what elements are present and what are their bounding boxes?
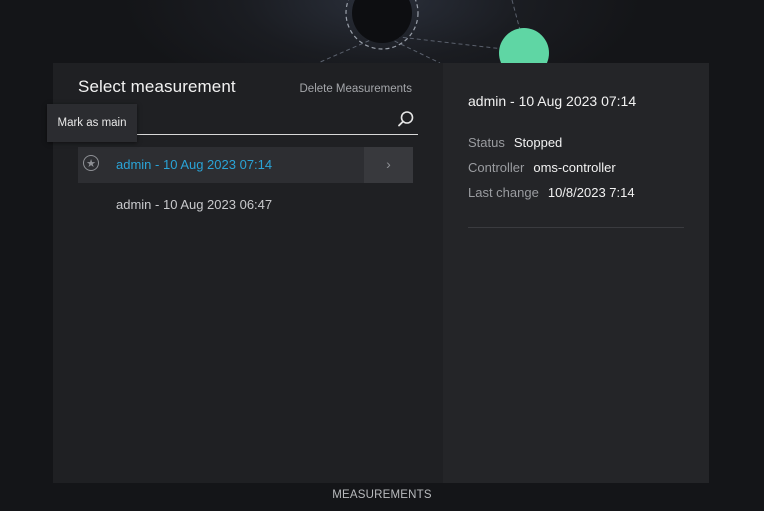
measurement-details-panel: admin - 10 Aug 2023 07:14 Status Stopped … <box>443 63 709 483</box>
star-icon[interactable]: ★ <box>83 155 99 171</box>
last-change-label: Last change <box>468 185 539 200</box>
details-title: admin - 10 Aug 2023 07:14 <box>468 93 637 109</box>
last-change-line: Last change 10/8/2023 7:14 <box>468 185 635 200</box>
controller-line: Controller oms-controller <box>468 160 616 175</box>
controller-value: oms-controller <box>533 160 616 175</box>
details-divider <box>468 227 684 228</box>
chevron-right-icon[interactable]: › <box>364 147 413 183</box>
panel-title: Select measurement <box>78 77 236 96</box>
network-graph-background <box>317 0 549 70</box>
status-label: Status <box>468 135 505 150</box>
measurement-row-label: admin - 10 Aug 2023 07:14 <box>116 157 273 172</box>
search-icon[interactable] <box>397 110 415 128</box>
last-change-value: 10/8/2023 7:14 <box>547 185 635 200</box>
measurement-row-selected[interactable]: ★ admin - 10 Aug 2023 07:14 › <box>78 147 413 183</box>
app-stage: Select measurement Delete Measurements ★… <box>0 0 764 511</box>
network-node-center <box>352 0 412 43</box>
delete-measurements-link[interactable]: Delete Measurements <box>300 83 413 95</box>
measurement-row-label: admin - 10 Aug 2023 06:47 <box>116 197 273 212</box>
measurements-tab[interactable]: MEASUREMENTS <box>0 489 764 501</box>
status-value: Stopped <box>513 135 563 150</box>
measurement-row[interactable]: admin - 10 Aug 2023 06:47 <box>78 187 413 223</box>
mark-as-main-tooltip: Mark as main <box>47 104 137 142</box>
network-links <box>317 0 521 64</box>
controller-label: Controller <box>468 160 525 175</box>
status-line: Status Stopped <box>468 135 562 150</box>
